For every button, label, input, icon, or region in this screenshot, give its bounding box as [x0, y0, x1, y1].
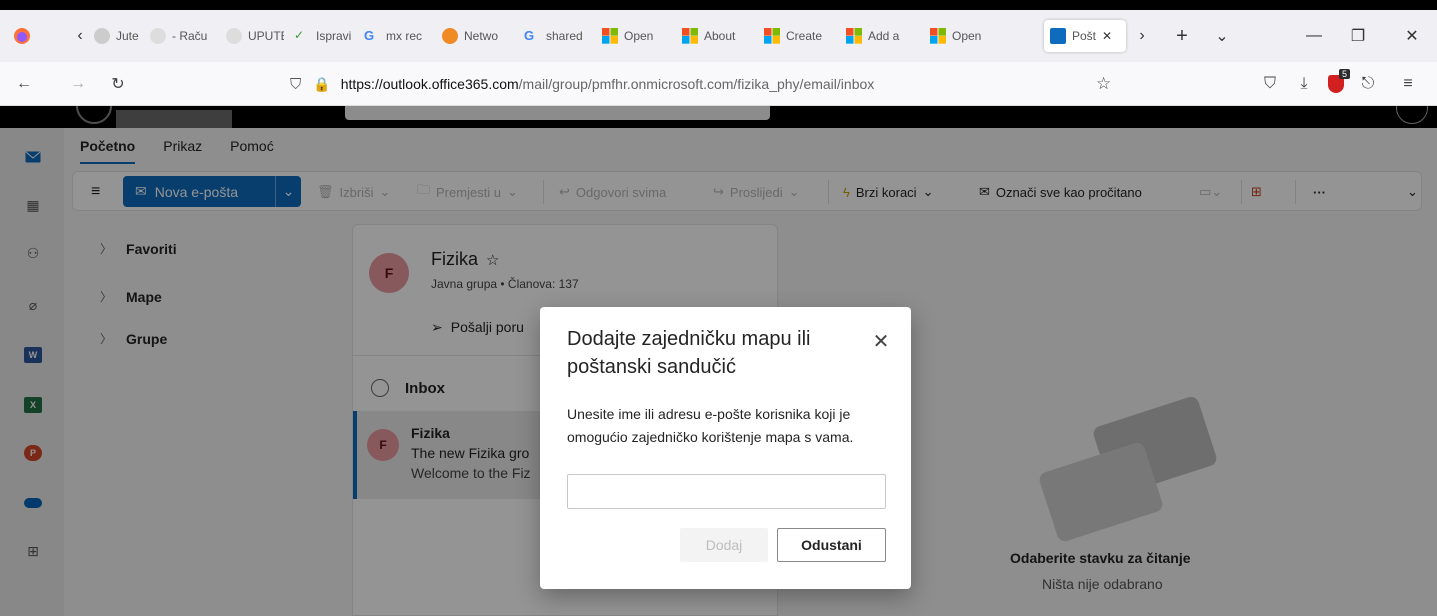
downloads-icon[interactable]: ⤓ — [1292, 72, 1316, 96]
dialog-title: Dodajte zajedničku mapu ili poštanski sa… — [567, 328, 811, 378]
tab-label: Jute — [116, 29, 139, 43]
url-text[interactable]: https://outlook.office365.com/mail/group… — [341, 76, 875, 92]
close-tab-icon[interactable]: ✕ — [1102, 29, 1112, 43]
share-icon[interactable]: ⎋ — [1356, 72, 1380, 96]
browser-tab[interactable]: Gmx rec — [364, 20, 430, 52]
firefox-icon[interactable] — [10, 24, 34, 48]
tab-label: About — [704, 29, 736, 43]
tab-list-chevron-icon[interactable]: ⌄ — [1210, 24, 1234, 48]
extension-badge: 5 — [1338, 69, 1350, 79]
network-icon — [442, 28, 458, 44]
tab-label: Netwo — [464, 29, 499, 43]
checkmark-icon: ✓ — [294, 28, 305, 42]
close-icon[interactable]: ✕ — [869, 329, 893, 353]
close-window-icon[interactable]: ✕ — [1400, 24, 1424, 48]
microsoft-icon — [602, 28, 618, 44]
tab-label: mx rec — [386, 29, 422, 43]
url-bar[interactable]: ⛉ 🔒 https://outlook.office365.com/mail/g… — [290, 68, 1130, 100]
tab-label: Open — [952, 29, 982, 43]
minimize-icon[interactable]: — — [1302, 24, 1326, 48]
tab-label: Ispravi — [316, 29, 352, 43]
url-host: https://outlook.office365.com — [340, 76, 519, 92]
cancel-button[interactable]: Odustani — [777, 528, 886, 562]
tab-label: Add a — [868, 29, 900, 43]
blank-icon — [150, 28, 166, 44]
tab-label: Open — [624, 29, 654, 43]
tab-label: UPUTE ZA — [248, 29, 284, 43]
microsoft-icon — [764, 28, 780, 44]
browser-tab[interactable]: About — [682, 20, 752, 52]
microsoft-icon — [682, 28, 698, 44]
add-button[interactable]: Dodaj — [680, 528, 768, 562]
tab-label: Create — [786, 29, 823, 43]
dialog-description: Unesite ime ili adresu e-pošte korisnika… — [567, 406, 854, 445]
restore-icon[interactable]: ❐ — [1346, 24, 1370, 48]
browser-tab[interactable]: Create — [764, 20, 834, 52]
add-shared-folder-dialog: Dodajte zajedničku mapu ili poštanski sa… — [540, 307, 911, 589]
google-icon: G — [364, 28, 375, 43]
browser-tab[interactable]: Pošt ✕ — [1044, 20, 1126, 52]
browser-tab[interactable]: Open — [602, 20, 670, 52]
new-tab-plus-icon[interactable]: + — [1170, 24, 1194, 48]
microsoft-icon — [846, 28, 862, 44]
google-icon: G — [524, 28, 535, 43]
browser-tab[interactable]: Add a — [846, 20, 918, 52]
tab-scroll-right-icon[interactable]: › — [1130, 24, 1154, 48]
browser-tab[interactable]: Netwo — [442, 20, 512, 52]
browser-tab[interactable]: Gshared — [524, 20, 590, 52]
tab-scroll-left-icon[interactable]: ‹ — [68, 24, 92, 48]
browser-tab[interactable]: Jute — [94, 20, 140, 52]
pocket-icon[interactable]: ⛉ — [1258, 72, 1282, 96]
browser-tab-bar: ‹ Jute - Raču UPUTE ZA ✓ Ispravi Gmx rec Netwo… — [0, 10, 1437, 62]
tab-label: - Raču — [172, 29, 208, 43]
tab-label: Pošt — [1072, 29, 1097, 43]
outlook-icon — [1050, 28, 1066, 44]
forward-icon[interactable]: → — [66, 72, 90, 96]
browser-tab[interactable]: UPUTE ZA — [226, 20, 284, 52]
shared-mailbox-input[interactable] — [567, 474, 886, 509]
browser-nav-bar: ← → ↻ ⛉ 🔒 https://outlook.office365.com/… — [0, 62, 1437, 106]
back-icon[interactable]: ← — [12, 72, 36, 96]
reload-icon[interactable]: ↻ — [106, 72, 130, 96]
microsoft-icon — [930, 28, 946, 44]
bookmark-star-icon[interactable]: ☆ — [1096, 74, 1111, 94]
menu-icon[interactable]: ≡ — [1396, 72, 1420, 96]
blank-icon — [226, 28, 242, 44]
url-path: /mail/group/pmfhr.onmicrosoft.com/fizika… — [518, 76, 875, 92]
browser-tab[interactable]: ✓ Ispravi — [294, 20, 354, 52]
shield-icon[interactable]: ⛉ — [290, 76, 301, 93]
ublock-extension-icon[interactable]: 5 — [1324, 69, 1350, 96]
firefox-icon — [94, 28, 110, 44]
browser-tab[interactable]: - Raču — [150, 20, 216, 52]
browser-tab[interactable]: Open — [930, 20, 1002, 52]
lock-icon[interactable]: 🔒 — [313, 76, 330, 93]
tab-label: shared — [546, 29, 583, 43]
